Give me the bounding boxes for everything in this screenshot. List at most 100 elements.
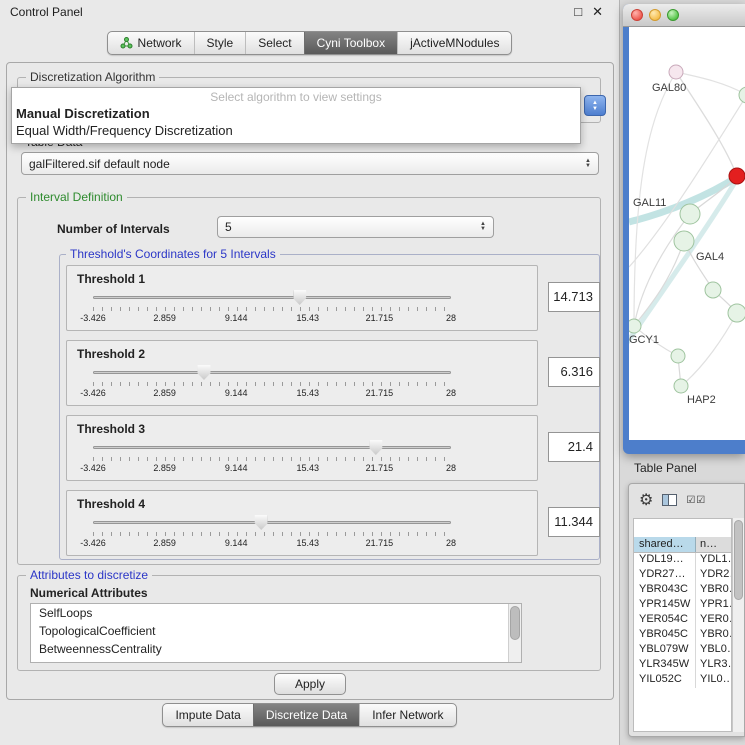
- tab-style[interactable]: Style: [194, 32, 246, 54]
- slider-track[interactable]: [93, 296, 451, 299]
- interval-definition-group: Interval Definition Number of Intervals …: [17, 197, 601, 565]
- threshold-3-value[interactable]: 21.4: [548, 432, 600, 462]
- network-node[interactable]: [674, 379, 688, 393]
- list-item[interactable]: BetweennessCentrality: [31, 640, 521, 658]
- slider-thumb[interactable]: [369, 440, 382, 455]
- table-row[interactable]: YER054C YER0…: [634, 613, 731, 628]
- control-panel-titlebar: Control Panel □ ✕: [0, 0, 619, 24]
- tick-label: 9.144: [225, 313, 248, 323]
- apply-button[interactable]: Apply: [274, 673, 346, 695]
- cell: YDL19…: [634, 553, 696, 568]
- gear-icon[interactable]: ⚙: [639, 490, 653, 510]
- top-tab-row: Network Style Select Cyni Toolbox jActiv…: [0, 31, 619, 55]
- network-node[interactable]: [728, 304, 745, 322]
- threshold-label: Threshold 4: [77, 497, 145, 511]
- table-row[interactable]: YBL079W YBL0…: [634, 643, 731, 658]
- slider-thumb[interactable]: [197, 365, 210, 380]
- network-icon: [120, 37, 133, 49]
- tick-label: 28: [446, 538, 456, 548]
- stepper-down-icon: ▼: [592, 106, 598, 112]
- cell: YPR1…: [696, 598, 731, 613]
- table-row[interactable]: YIL052C YIL0…: [634, 673, 731, 688]
- threshold-3-slider[interactable]: [93, 440, 451, 456]
- network-node[interactable]: [669, 65, 683, 79]
- column-layout-icon[interactable]: [662, 494, 677, 506]
- network-node[interactable]: [739, 87, 745, 103]
- list-item[interactable]: TopologicalCoefficient: [31, 622, 521, 640]
- network-node[interactable]: [671, 349, 685, 363]
- dropdown-option-manual-discretization[interactable]: Manual Discretization: [12, 105, 580, 122]
- close-icon[interactable]: ✕: [592, 4, 603, 20]
- slider-scale: -3.426 2.859 9.144 15.43 21.715 28: [93, 463, 451, 474]
- threshold-2-slider[interactable]: [93, 365, 451, 381]
- tab-infer-network[interactable]: Infer Network: [359, 704, 455, 726]
- tab-label: Impute Data: [175, 708, 240, 722]
- threshold-1-value[interactable]: 14.713: [548, 282, 600, 312]
- node-label: GAL80: [652, 82, 686, 94]
- cell: YDR2…: [696, 568, 731, 583]
- tab-impute-data[interactable]: Impute Data: [163, 704, 252, 726]
- cell: YER054C: [634, 613, 696, 628]
- network-node[interactable]: [705, 282, 721, 298]
- network-node[interactable]: [674, 231, 694, 251]
- tick-label: 15.43: [297, 463, 320, 473]
- network-node-selected[interactable]: [729, 168, 745, 184]
- network-node[interactable]: [680, 204, 700, 224]
- tick-label: 2.859: [153, 463, 176, 473]
- table-row[interactable]: YDR27… YDR2…: [634, 568, 731, 583]
- threshold-2-panel: Threshold 2 -3.426 2.859 9.144 15.43 21.…: [66, 340, 538, 406]
- table-scrollbar[interactable]: [732, 518, 744, 732]
- float-window-icon[interactable]: □: [574, 4, 582, 20]
- cell: YLR345W: [634, 658, 696, 673]
- slider-thumb[interactable]: [255, 515, 268, 530]
- tick-label: 21.715: [366, 388, 394, 398]
- slider-track[interactable]: [93, 371, 451, 374]
- threshold-4-slider[interactable]: [93, 515, 451, 531]
- tick-label: 28: [446, 388, 456, 398]
- tab-discretize-data[interactable]: Discretize Data: [253, 704, 359, 726]
- table-row[interactable]: YPR145W YPR1…: [634, 598, 731, 613]
- zoom-traffic-light[interactable]: [667, 9, 679, 21]
- number-of-intervals-combo[interactable]: 5 ▲▼: [217, 216, 494, 238]
- network-window-titlebar[interactable]: [623, 4, 745, 27]
- table-panel-toolbar: ⚙ ☑☑: [629, 484, 744, 516]
- minimize-traffic-light[interactable]: [649, 9, 661, 21]
- scrollbar-thumb[interactable]: [510, 606, 520, 640]
- numerical-attributes-label: Numerical Attributes: [30, 586, 148, 600]
- table-row[interactable]: YDL19… YDL1…: [634, 553, 731, 568]
- tab-network[interactable]: Network: [108, 32, 194, 54]
- slider-thumb[interactable]: [293, 290, 306, 305]
- algorithm-combo-stepper[interactable]: ▲ ▼: [584, 95, 606, 116]
- dropdown-option-equal-width-frequency[interactable]: Equal Width/Frequency Discretization: [12, 122, 580, 139]
- column-header-name[interactable]: n…: [696, 537, 731, 552]
- list-item[interactable]: SelfLoops: [31, 604, 521, 622]
- network-canvas[interactable]: GAL80 GAL11 GAL4 GCY1 HAP2: [629, 27, 745, 440]
- group-title: Discretization Algorithm: [26, 70, 159, 84]
- tab-jactivemnodules[interactable]: jActiveMNodules: [397, 32, 511, 54]
- list-scrollbar[interactable]: [508, 604, 521, 662]
- column-header-shared-name[interactable]: shared…: [634, 537, 696, 552]
- close-traffic-light[interactable]: [631, 9, 643, 21]
- table-row[interactable]: YBR045C YBR0…: [634, 628, 731, 643]
- tick-label: -3.426: [80, 463, 106, 473]
- threshold-1-slider[interactable]: [93, 290, 451, 306]
- table-row[interactable]: YBR043C YBR0…: [634, 583, 731, 598]
- threshold-2-value[interactable]: 6.316: [548, 357, 600, 387]
- node-label: GCY1: [629, 334, 659, 346]
- tick-label: 2.859: [153, 313, 176, 323]
- slider-track[interactable]: [93, 521, 451, 524]
- tick-label: 15.43: [297, 313, 320, 323]
- table-data-combo[interactable]: galFiltered.sif default node ▲▼: [21, 152, 599, 175]
- slider-track[interactable]: [93, 446, 451, 449]
- select-columns-icon[interactable]: ☑☑: [686, 495, 706, 506]
- tab-select[interactable]: Select: [245, 32, 303, 54]
- cyni-toolbox-panel: Discretization Algorithm ▲ ▼ Select algo…: [6, 62, 614, 700]
- table-header-row: shared… n…: [634, 537, 731, 553]
- network-node[interactable]: [629, 319, 641, 333]
- tab-cyni-toolbox[interactable]: Cyni Toolbox: [304, 32, 397, 54]
- scrollbar-thumb[interactable]: [734, 520, 743, 600]
- table-row[interactable]: YLR345W YLR3…: [634, 658, 731, 673]
- tick-label: 21.715: [366, 463, 394, 473]
- network-graph: [629, 27, 745, 440]
- threshold-4-value[interactable]: 11.344: [548, 507, 600, 537]
